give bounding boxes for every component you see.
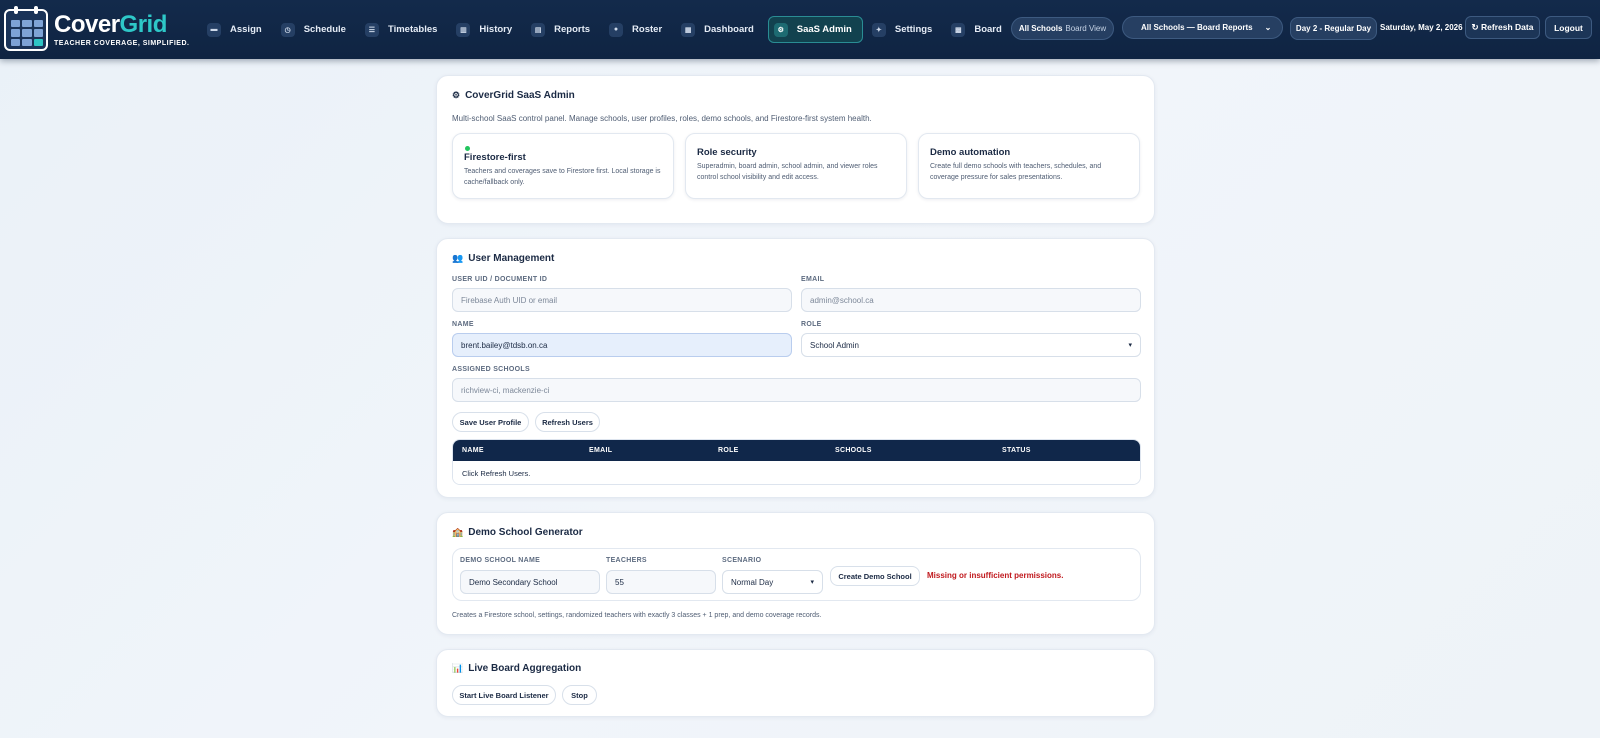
name-input[interactable]: brent.bailey@tdsb.on.ca <box>452 333 792 357</box>
table-empty-message: Click Refresh Users. <box>462 469 531 478</box>
nav-board[interactable]: ▩ Board <box>946 16 1011 43</box>
chevron-down-icon: ▾ <box>810 579 814 586</box>
saas-admin-title: ⚙ CoverGrid SaaS Admin <box>452 90 575 101</box>
clipboard-icon: ▬ <box>207 22 221 37</box>
school-select[interactable]: All Schools — Board Reports ⌄ <box>1122 16 1283 39</box>
main-nav: ▬ Assign ◷ Schedule ☰ Timetables ▥ History ▤… <box>202 16 1012 43</box>
view-toggle[interactable]: All Schools Board View <box>1011 17 1114 40</box>
nav-schedule[interactable]: ◷ Schedule <box>276 16 356 43</box>
users-icon: 👥 <box>452 253 464 263</box>
sparkle-icon: ✦ <box>871 22 886 37</box>
live-board-title: 📊 Live Board Aggregation <box>452 663 582 674</box>
demo-school-title: 🏫 Demo School Generator <box>452 527 583 538</box>
demo-name-label: DEMO SCHOOL NAME <box>460 557 541 564</box>
nav-history[interactable]: ▥ History <box>451 16 522 43</box>
gear-icon: ⚙ <box>452 90 461 100</box>
refresh-data-button[interactable]: ↻ Refresh Data <box>1465 16 1540 39</box>
role-label: ROLE <box>801 321 822 328</box>
refresh-users-button[interactable]: Refresh Users <box>535 412 600 432</box>
saas-admin-card: ⚙ CoverGrid SaaS Admin Multi-school SaaS… <box>436 75 1155 224</box>
role-select[interactable]: School Admin ▾ <box>801 333 1141 357</box>
day-type-badge: Day 2 - Regular Day <box>1290 17 1377 40</box>
demo-note: Creates a Firestore school, settings, ra… <box>452 612 822 619</box>
email-input[interactable]: admin@school.ca <box>801 288 1141 312</box>
nav-assign[interactable]: ▬ Assign <box>202 16 272 43</box>
roster-icon: ● <box>609 22 624 37</box>
status-dot <box>465 146 470 151</box>
col-role: ROLE <box>718 447 739 454</box>
chart-icon: 📊 <box>452 663 464 673</box>
school-icon: 🏫 <box>452 527 464 537</box>
report-icon: ▤ <box>531 22 546 37</box>
uid-input[interactable]: Firebase Auth UID or email <box>452 288 792 312</box>
teachers-label: TEACHERS <box>606 557 647 564</box>
teachers-input[interactable]: 55 <box>606 570 716 594</box>
nav-roster[interactable]: ● Roster <box>604 16 672 43</box>
col-status: STATUS <box>1002 447 1031 454</box>
save-user-profile-button[interactable]: Save User Profile <box>452 412 529 432</box>
nav-reports[interactable]: ▤ Reports <box>526 16 600 43</box>
permission-error: Missing or insufficient permissions. <box>927 571 1064 580</box>
brand-name: CoverGrid <box>54 10 167 38</box>
feature-firestore-first: Firestore-first Teachers and coverages s… <box>452 133 674 199</box>
feature-demo-automation: Demo automation Create full demo schools… <box>918 133 1140 199</box>
top-bar: CoverGrid TEACHER COVERAGE, SIMPLIFIED. … <box>0 0 1600 59</box>
current-date: Saturday, May 2, 2026 <box>1380 23 1463 32</box>
chevron-down-icon: ▾ <box>1128 342 1132 349</box>
email-label: EMAIL <box>801 276 825 283</box>
scenario-select[interactable]: Normal Day ▾ <box>722 570 823 594</box>
user-management-title: 👥 User Management <box>452 253 555 264</box>
assigned-schools-label: ASSIGNED SCHOOLS <box>452 366 530 373</box>
dashboard-icon: ▦ <box>681 22 696 37</box>
nav-settings[interactable]: ✦ Settings <box>867 16 942 43</box>
demo-name-input[interactable]: Demo Secondary School <box>460 570 600 594</box>
demo-form-box: DEMO SCHOOL NAME Demo Secondary School T… <box>452 548 1141 601</box>
col-schools: SCHOOLS <box>835 447 872 454</box>
start-live-board-button[interactable]: Start Live Board Listener <box>452 685 556 705</box>
table-row: Click Refresh Users. <box>453 461 1140 484</box>
assigned-schools-input[interactable]: richview-ci, mackenzie-ci <box>452 378 1141 402</box>
feature-role-security: Role security Superadmin, board admin, s… <box>685 133 907 199</box>
nav-timetables[interactable]: ☰ Timetables <box>360 16 447 43</box>
col-email: EMAIL <box>589 447 613 454</box>
board-icon: ▩ <box>951 22 966 37</box>
user-management-card: 👥 User Management USER UID / DOCUMENT ID… <box>436 238 1155 498</box>
logout-button[interactable]: Logout <box>1545 16 1592 39</box>
create-demo-school-button[interactable]: Create Demo School <box>830 566 920 586</box>
chevron-down-icon: ⌄ <box>1264 23 1272 32</box>
users-table: NAME EMAIL ROLE SCHOOLS STATUS Click Ref… <box>452 439 1141 485</box>
calendar-logo-icon <box>4 5 48 51</box>
brand-tagline: TEACHER COVERAGE, SIMPLIFIED. <box>54 39 190 47</box>
history-icon: ▥ <box>456 22 471 37</box>
clock-icon: ◷ <box>280 22 295 37</box>
live-board-card: 📊 Live Board Aggregation Start Live Boar… <box>436 649 1155 717</box>
uid-label: USER UID / DOCUMENT ID <box>452 276 548 283</box>
scenario-label: SCENARIO <box>722 557 762 564</box>
col-name: NAME <box>462 447 484 454</box>
nav-dashboard[interactable]: ▦ Dashboard <box>676 16 764 43</box>
gear-icon: ⚙ <box>773 22 788 37</box>
stop-button[interactable]: Stop <box>562 685 597 705</box>
brand[interactable]: CoverGrid TEACHER COVERAGE, SIMPLIFIED. <box>0 5 200 51</box>
demo-school-card: 🏫 Demo School Generator DEMO SCHOOL NAME… <box>436 512 1155 635</box>
name-label: NAME <box>452 321 474 328</box>
nav-saas-admin[interactable]: ⚙ SaaS Admin <box>767 16 863 43</box>
table-icon: ☰ <box>364 22 379 37</box>
users-table-header: NAME EMAIL ROLE SCHOOLS STATUS <box>453 440 1140 461</box>
saas-admin-description: Multi-school SaaS control panel. Manage … <box>452 114 872 123</box>
